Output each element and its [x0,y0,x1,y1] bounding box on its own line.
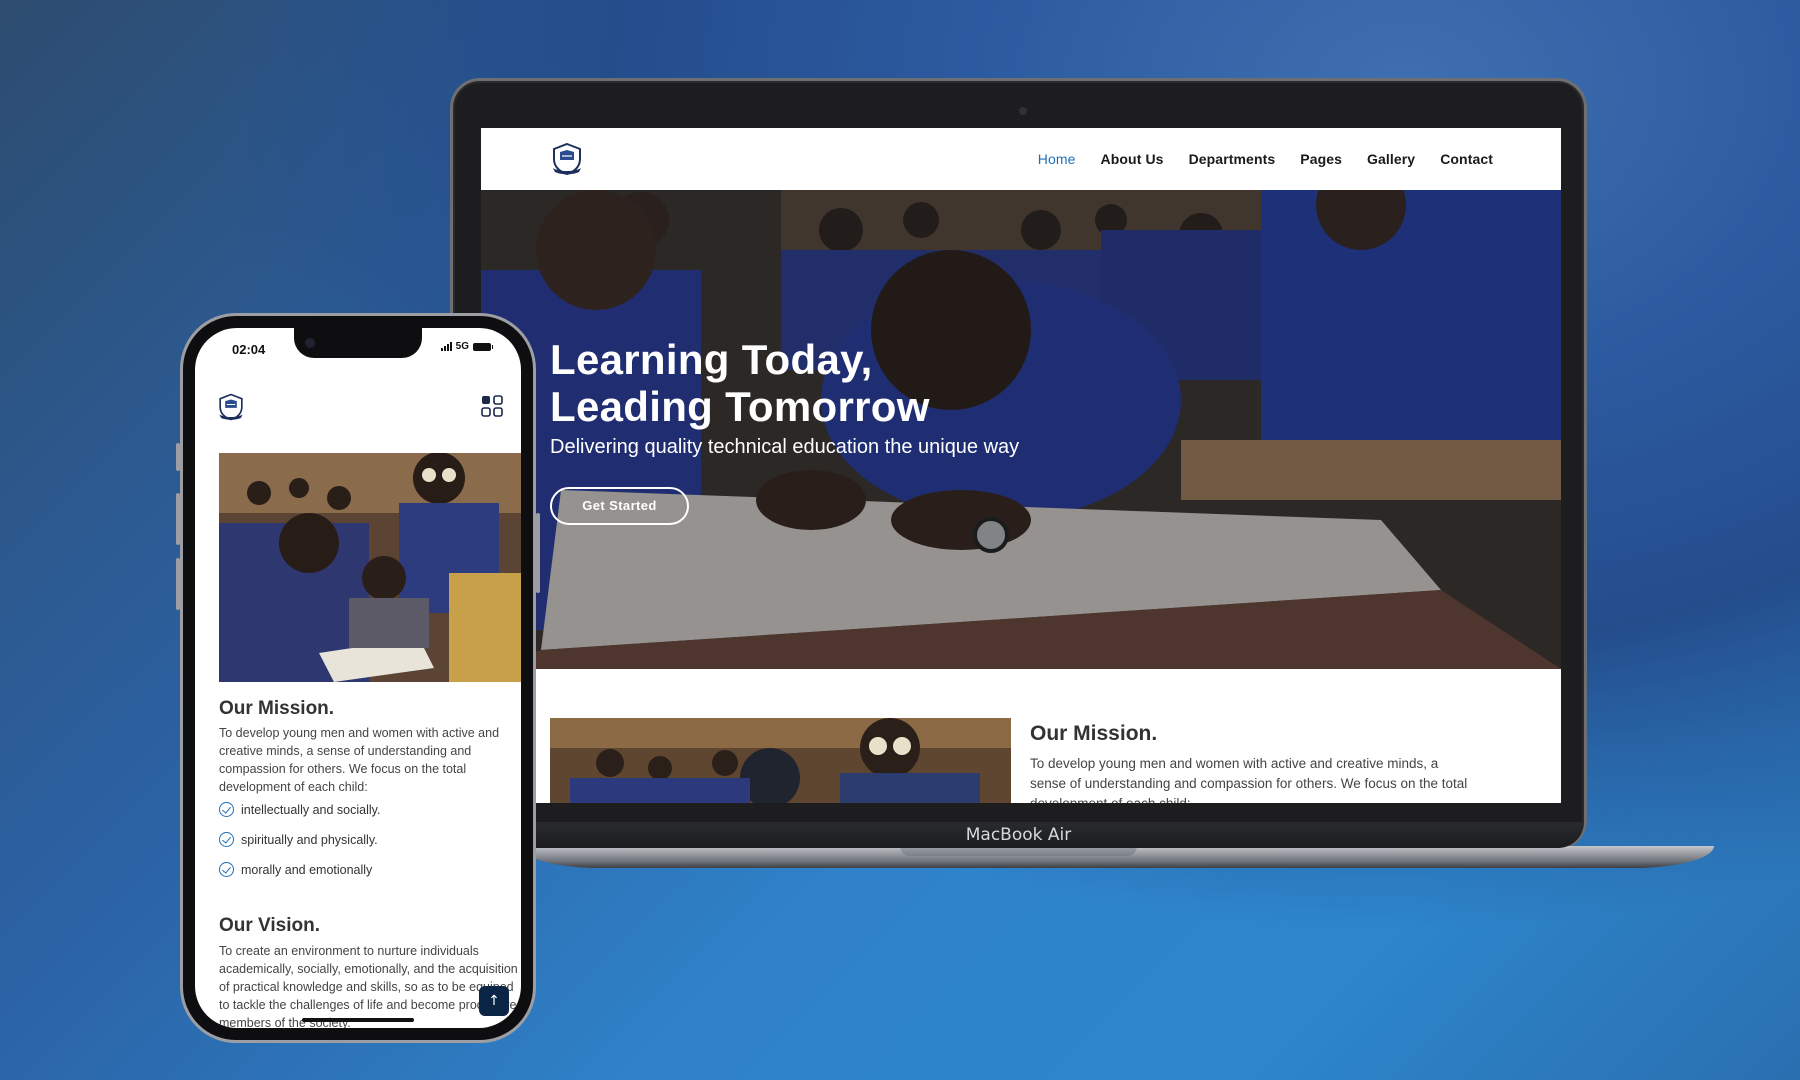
status-time: 02:04 [232,342,266,357]
mobile-vision-title: Our Vision. [219,915,321,936]
phone-mockup: 02:04 5G Our Mission. To develop young m… [176,313,540,1043]
mission-point-text: spiritually and physically. [241,832,378,847]
laptop-mockup: Home About Us Departments Pages Gallery … [450,78,1714,878]
mobile-hero-photo [219,453,521,682]
nav-departments[interactable]: Departments [1189,151,1276,167]
battery-icon [473,342,493,351]
camera-icon [1019,107,1027,115]
scroll-to-top-button[interactable]: ↑ [479,986,509,1016]
mission-point: intellectually and socially. [219,802,380,817]
mission-photo [550,718,1011,803]
arrow-up-icon: ↑ [488,993,500,1009]
mission-point-text: intellectually and socially. [241,802,381,817]
signal-icon [440,342,452,351]
front-camera-icon [305,338,315,348]
mobile-website: 02:04 5G Our Mission. To develop young m… [195,328,521,1028]
grid-menu-icon[interactable] [481,395,503,417]
check-circle-icon [219,862,234,877]
mission-point: morally and emotionally [219,862,372,877]
mission-title: Our Mission. [1030,722,1158,745]
site-header: Home About Us Departments Pages Gallery … [481,128,1561,190]
mobile-vision-text: To create an environment to nurture indi… [219,944,518,1028]
main-nav: Home About Us Departments Pages Gallery … [1038,128,1493,190]
nav-home[interactable]: Home [1038,151,1076,167]
laptop-brand-label: MacBook Air [965,825,1072,845]
hero-title: Learning Today, Leading Tomorrow [550,336,930,430]
mission-point: spiritually and physically. [219,832,378,847]
laptop-lid: Home About Us Departments Pages Gallery … [450,78,1587,850]
mission-text: To develop young men and women with acti… [1030,756,1468,803]
mobile-mission-title: Our Mission. [219,698,335,719]
school-crest-logo[interactable] [549,142,585,176]
desktop-website: Home About Us Departments Pages Gallery … [481,128,1561,803]
home-indicator[interactable] [302,1018,414,1022]
phone-power-button [536,513,540,593]
status-indicators: 5G [440,341,493,352]
nav-about-us[interactable]: About Us [1101,151,1164,167]
check-circle-icon [219,802,234,817]
school-crest-logo[interactable] [216,392,246,422]
check-circle-icon [219,832,234,847]
nav-pages[interactable]: Pages [1300,151,1342,167]
hero-subtitle: Delivering quality technical education t… [550,436,1020,458]
mobile-mission-text: To develop young men and women with acti… [219,726,500,794]
nav-contact[interactable]: Contact [1440,151,1493,167]
mission-point-text: morally and emotionally [241,862,373,877]
hero-banner: Learning Today, Leading Tomorrow Deliver… [481,190,1561,669]
get-started-button[interactable]: Get Started [550,487,689,525]
classroom-photo [219,453,521,682]
hero-title-line2: Leading Tomorrow [550,383,930,430]
hero-title-line1: Learning Today, [550,336,873,383]
nav-gallery[interactable]: Gallery [1367,151,1415,167]
mission-classroom-photo [550,718,1011,803]
network-label: 5G [455,341,469,352]
